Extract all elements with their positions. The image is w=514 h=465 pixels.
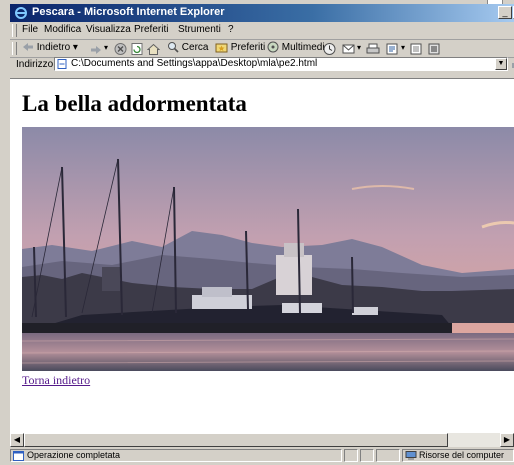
media-icon [267,41,279,53]
search-label: Cerca [181,42,209,53]
history-icon[interactable] [323,42,336,56]
address-url[interactable]: C:\Documents and Settings\appa\Desktop\m… [71,58,317,70]
address-bar: Indirizzo C:\Documents and Settings\appa… [10,57,514,72]
menu-strumenti[interactable]: Strumenti [178,24,221,35]
menu-grip[interactable] [12,24,17,37]
mail-dropdown[interactable]: ▾ [357,41,361,55]
horizontal-scrollbar[interactable]: ◀ ▶ [10,433,514,447]
search-button[interactable]: Cerca [167,41,208,55]
address-dropdown-button[interactable]: ▼ [495,58,507,70]
refresh-icon[interactable] [131,42,143,56]
forward-arrow-icon[interactable] [90,43,102,57]
discuss-icon[interactable] [410,42,422,56]
my-computer-icon [405,451,417,460]
status-cell-lock [360,449,374,462]
menu-visualizza[interactable]: Visualizza [86,24,131,35]
standard-toolbar: Indietro ▾ ▾ Cerca Preferiti Multimedia … [10,39,514,58]
mail-icon[interactable] [342,42,356,56]
menu-modifica[interactable]: Modifica [44,24,81,35]
page-icon [57,59,67,69]
menu-file[interactable]: File [22,24,38,35]
go-icon[interactable] [510,58,514,70]
toolbar-grip[interactable] [12,42,17,55]
status-text-cell: Operazione completata [10,449,342,462]
back-arrow-icon [23,43,33,52]
home-icon[interactable] [147,42,160,56]
window-corner [487,0,503,4]
page-icon [13,451,24,461]
favorites-button[interactable]: Preferiti [215,41,265,55]
back-label: Indietro [36,42,71,53]
menu-preferiti[interactable]: Preferiti [134,24,168,35]
search-icon [168,42,179,53]
address-field[interactable]: C:\Documents and Settings\appa\Desktop\m… [54,57,508,71]
scroll-left-button[interactable]: ◀ [10,433,24,447]
media-button[interactable]: Multimedia [267,41,330,55]
page-title: La bella addormentata [22,91,247,116]
favorites-label: Preferiti [230,42,266,53]
web-page-content: La bella addormentata Torna indietro [10,78,514,434]
edit-icon[interactable] [386,42,399,56]
messenger-icon[interactable] [428,42,440,56]
security-zone-text: Risorse del computer [419,450,505,460]
menu-bar: File Modifica Visualizza Preferiti Strum… [10,22,514,40]
edit-dropdown[interactable]: ▾ [401,41,405,55]
harbor-photo [22,127,514,371]
status-text: Operazione completata [27,450,121,460]
scroll-thumb[interactable] [24,433,448,447]
favorites-icon [215,43,228,53]
status-cell-progress [344,449,358,462]
window-title: Pescara - Microsoft Internet Explorer [32,6,225,18]
ie-logo-icon [15,7,27,19]
menu-help[interactable]: ? [228,24,234,35]
back-button[interactable]: Indietro ▾ [22,41,78,55]
security-zone-cell: Risorse del computer [402,449,514,462]
status-cell-extra [376,449,400,462]
print-icon[interactable] [366,42,380,56]
back-link[interactable]: Torna indietro [22,373,90,388]
minimize-button[interactable]: _ [498,6,512,19]
address-label: Indirizzo [16,59,54,70]
window-title-bar[interactable]: Pescara - Microsoft Internet Explorer _ … [10,4,514,22]
scroll-right-button[interactable]: ▶ [500,433,514,447]
forward-dropdown[interactable]: ▾ [104,41,108,55]
stop-icon[interactable] [114,42,127,56]
status-bar: Operazione completata Risorse del comput… [10,448,514,463]
